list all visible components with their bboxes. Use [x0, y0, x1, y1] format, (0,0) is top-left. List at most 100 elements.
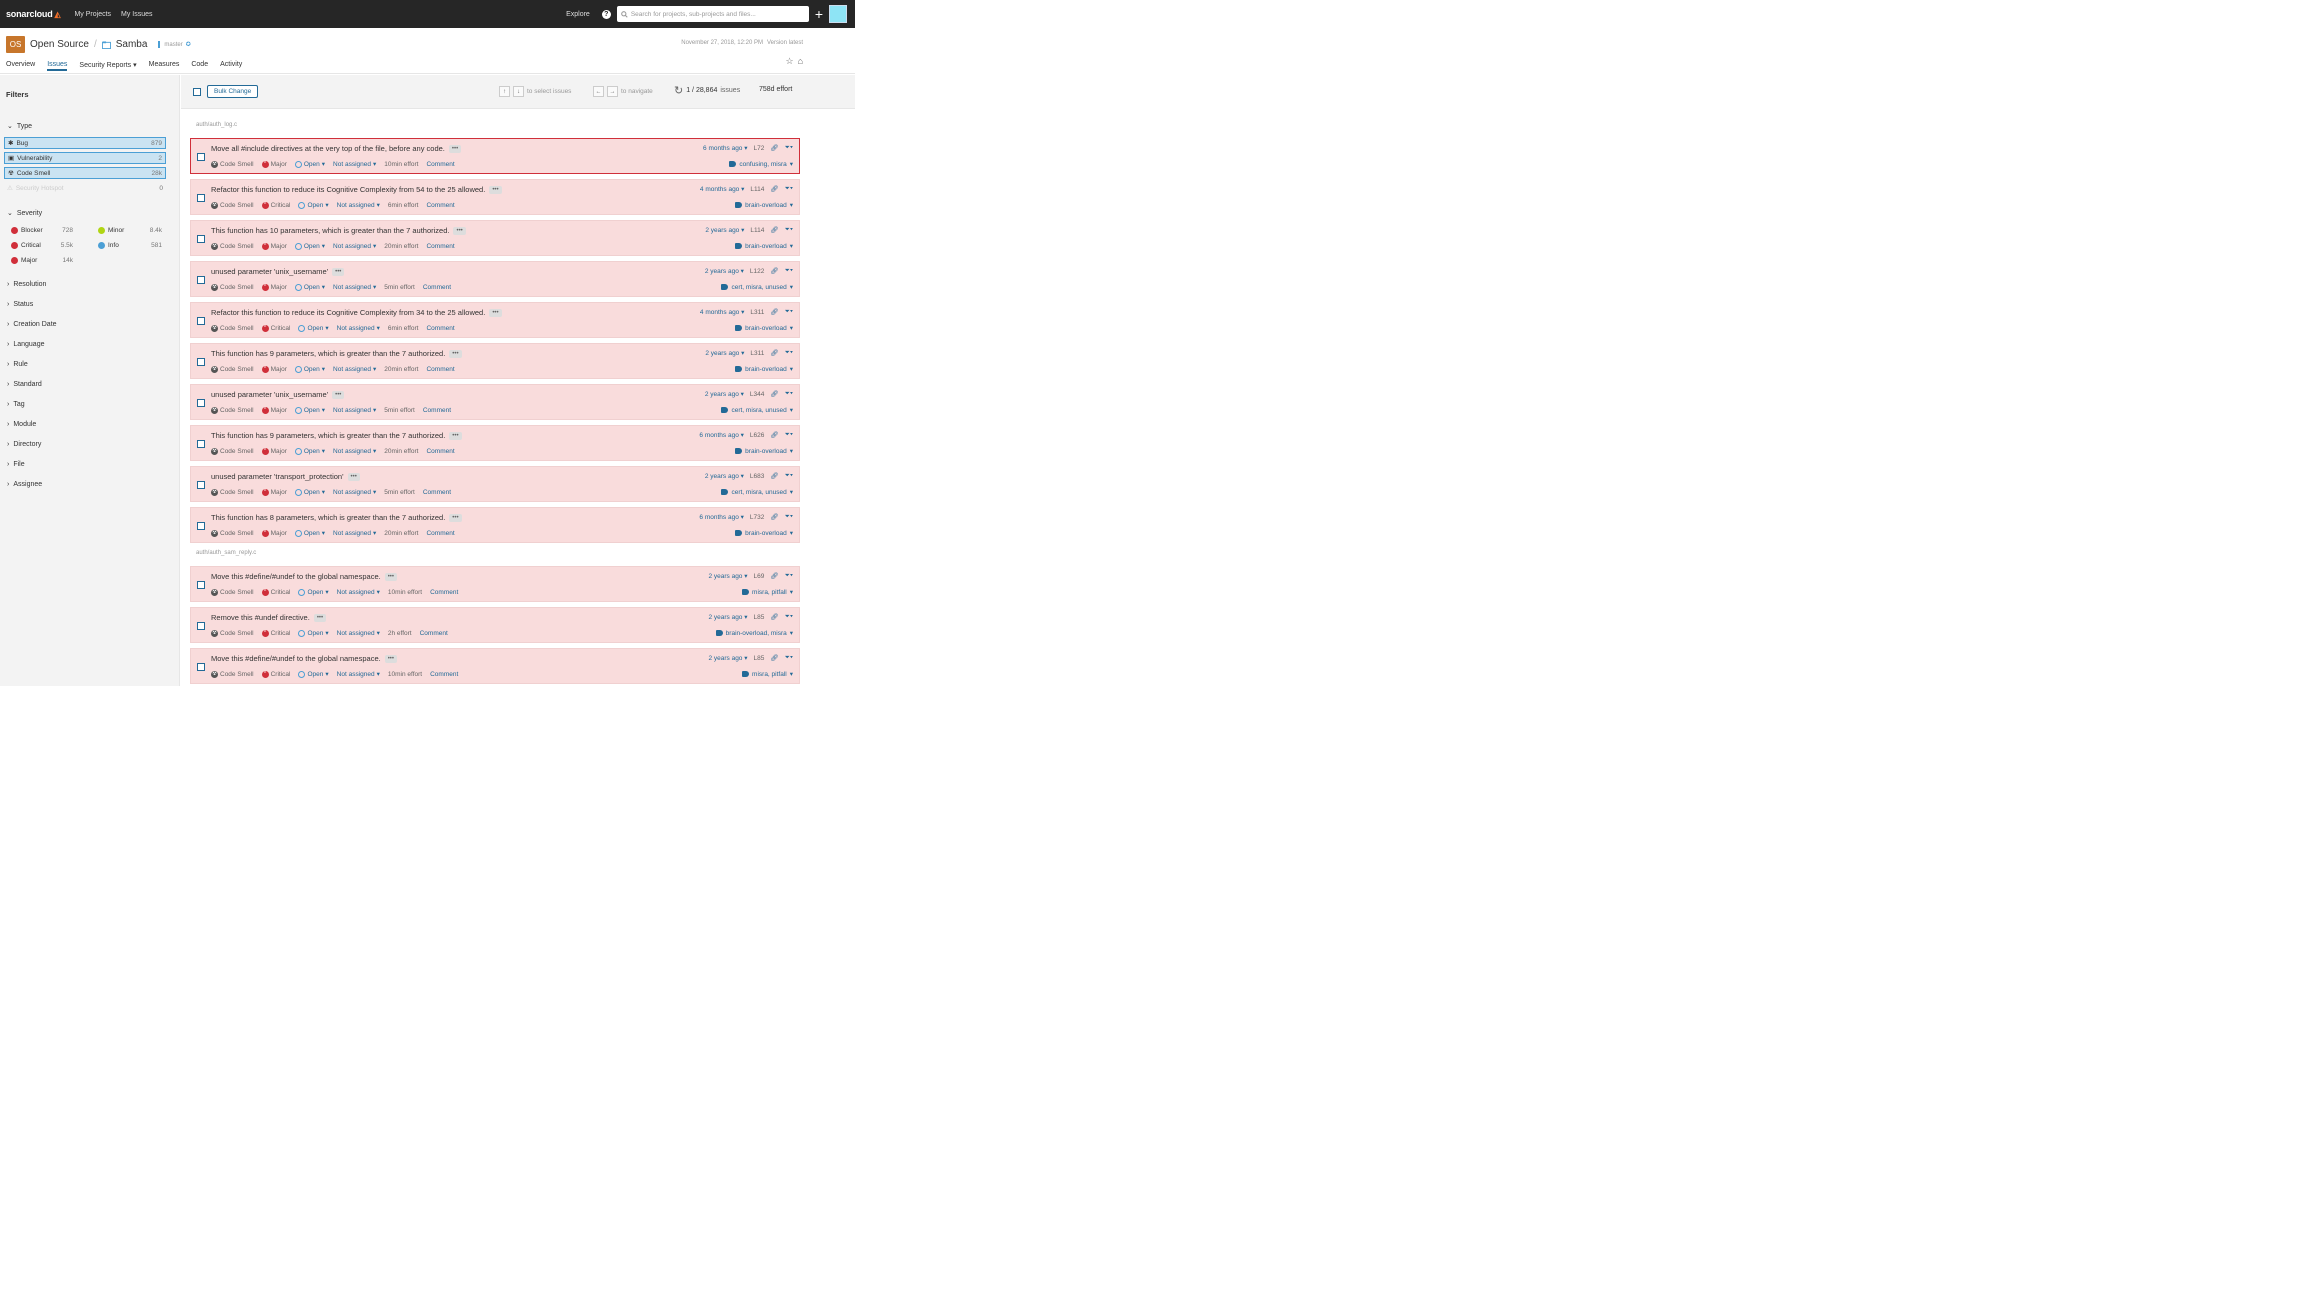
issue-status[interactable]: Open ▾: [298, 629, 329, 637]
issue-tags[interactable]: cert, misra, unused ▾: [721, 406, 793, 414]
severity-major[interactable]: Major 14k: [11, 257, 73, 264]
tab-security-reports[interactable]: Security Reports ▾: [79, 61, 136, 71]
issue-age[interactable]: 2 years ago ▾: [708, 572, 747, 580]
issue-checkbox[interactable]: [197, 622, 205, 630]
issue-assignee[interactable]: Not assigned ▾: [333, 406, 376, 415]
issue-status[interactable]: Open ▾: [294, 529, 325, 537]
reload-icon[interactable]: ↻: [674, 84, 683, 97]
issue-severity[interactable]: ^ Major: [261, 242, 287, 250]
help-icon[interactable]: ?: [601, 9, 611, 19]
issue-assignee[interactable]: Not assigned ▾: [333, 160, 376, 169]
favorite-star-icon[interactable]: ☆: [785, 56, 793, 67]
permalink-icon[interactable]: 🔗︎: [770, 472, 778, 480]
issue-item[interactable]: Move all #include directives at the very…: [190, 138, 800, 174]
permalink-icon[interactable]: 🔗︎: [770, 226, 778, 234]
facet-type[interactable]: ⌄ Type: [7, 122, 32, 131]
facet-directory[interactable]: › Directory: [7, 441, 41, 448]
severity-critical[interactable]: Critical 5.5k: [11, 242, 73, 249]
issue-type[interactable]: ☢ Code Smell: [211, 160, 254, 168]
issue-tags[interactable]: brain-overload ▾: [735, 529, 793, 537]
issue-message[interactable]: Move all #include directives at the very…: [211, 144, 445, 153]
issue-status[interactable]: Open ▾: [298, 201, 329, 209]
issue-severity[interactable]: ^ Critical: [261, 588, 290, 596]
comment-link[interactable]: Comment: [426, 202, 454, 209]
more-options-icon[interactable]: •••: [332, 390, 345, 399]
issue-message[interactable]: This function has 8 parameters, which is…: [211, 513, 445, 522]
issue-status[interactable]: Open ▾: [298, 324, 329, 332]
facet-language[interactable]: › Language: [7, 341, 45, 348]
issue-tags[interactable]: brain-overload, misra ▾: [715, 629, 793, 637]
home-icon[interactable]: ⌂: [798, 56, 803, 67]
tab-measures[interactable]: Measures: [149, 61, 180, 71]
issue-checkbox[interactable]: [197, 581, 205, 589]
issue-message[interactable]: Move this #define/#undef to the global n…: [211, 572, 381, 581]
global-search-input[interactable]: Search for projects, sub-projects and fi…: [616, 6, 809, 22]
facet-status[interactable]: › Status: [7, 301, 33, 308]
issue-tags[interactable]: cert, misra, unused ▾: [721, 488, 793, 496]
issue-severity[interactable]: ^ Major: [261, 283, 287, 291]
permalink-icon[interactable]: 🔗︎: [770, 431, 778, 439]
issue-severity[interactable]: ^ Major: [261, 488, 287, 496]
issue-message[interactable]: This function has 9 parameters, which is…: [211, 349, 445, 358]
issue-effort[interactable]: 5min effort: [384, 489, 415, 496]
issue-assignee[interactable]: Not assigned ▾: [333, 488, 376, 497]
issue-item[interactable]: Move this #define/#undef to the global n…: [190, 648, 800, 684]
issue-effort[interactable]: 20min effort: [384, 448, 418, 455]
issue-severity[interactable]: ^ Major: [261, 406, 287, 414]
issue-assignee[interactable]: Not assigned ▾: [333, 529, 376, 538]
org-avatar[interactable]: OS: [6, 36, 25, 53]
issue-assignee[interactable]: Not assigned ▾: [333, 242, 376, 251]
issue-type[interactable]: ☢ Code Smell: [211, 406, 254, 414]
type-vulnerability[interactable]: ▣ Vulnerability 2: [4, 152, 166, 164]
issue-checkbox[interactable]: [197, 276, 205, 284]
tab-overview[interactable]: Overview: [6, 61, 35, 71]
permalink-icon[interactable]: 🔗︎: [770, 144, 778, 152]
issue-item[interactable]: This function has 9 parameters, which is…: [190, 343, 800, 379]
permalink-icon[interactable]: 🔗︎: [770, 572, 778, 580]
severity-blocker[interactable]: Blocker 728: [11, 227, 73, 234]
issue-checkbox[interactable]: [197, 194, 205, 202]
issue-status[interactable]: Open ▾: [294, 447, 325, 455]
issue-tags[interactable]: brain-overload ▾: [735, 447, 793, 455]
issue-severity[interactable]: ^ Critical: [261, 629, 290, 637]
filter-icon[interactable]: ⏷▾: [785, 267, 793, 275]
more-options-icon[interactable]: •••: [313, 613, 327, 622]
issue-tags[interactable]: misra, pitfall ▾: [742, 670, 793, 678]
comment-link[interactable]: Comment: [426, 366, 454, 373]
permalink-icon[interactable]: 🔗︎: [770, 349, 778, 357]
issue-message[interactable]: This function has 10 parameters, which i…: [211, 226, 449, 235]
issue-item[interactable]: This function has 8 parameters, which is…: [190, 507, 800, 543]
issue-assignee[interactable]: Not assigned ▾: [337, 670, 380, 679]
issue-type[interactable]: ☢ Code Smell: [211, 201, 254, 209]
issue-age[interactable]: 6 months ago ▾: [703, 144, 747, 152]
issue-item[interactable]: This function has 9 parameters, which is…: [190, 425, 800, 461]
issue-item[interactable]: unused parameter 'transport_protection' •…: [190, 466, 800, 502]
nav-my-projects[interactable]: My Projects: [74, 11, 111, 18]
comment-link[interactable]: Comment: [426, 530, 454, 537]
filter-icon[interactable]: ⏷▾: [785, 226, 793, 234]
more-options-icon[interactable]: •••: [347, 472, 360, 481]
issue-status[interactable]: Open ▾: [294, 283, 325, 291]
issue-message[interactable]: Refactor this function to reduce its Cog…: [211, 308, 485, 317]
issue-effort[interactable]: 2h effort: [388, 630, 412, 637]
issue-status[interactable]: Open ▾: [294, 488, 325, 496]
more-options-icon[interactable]: •••: [448, 144, 462, 153]
issue-effort[interactable]: 5min effort: [384, 407, 415, 414]
facet-rule[interactable]: › Rule: [7, 361, 28, 368]
permalink-icon[interactable]: 🔗︎: [770, 185, 778, 193]
issue-age[interactable]: 2 years ago ▾: [705, 267, 744, 275]
issue-age[interactable]: 6 months ago ▾: [699, 431, 743, 439]
comment-link[interactable]: Comment: [423, 489, 451, 496]
issue-age[interactable]: 2 years ago ▾: [705, 226, 744, 234]
issue-checkbox[interactable]: [197, 235, 205, 243]
issue-age[interactable]: 2 years ago ▾: [708, 654, 747, 662]
component-path[interactable]: auth/auth_log.c: [196, 122, 237, 128]
issue-type[interactable]: ☢ Code Smell: [211, 242, 254, 250]
filter-icon[interactable]: ⏷▾: [785, 654, 793, 662]
issue-checkbox[interactable]: [197, 440, 205, 448]
issue-assignee[interactable]: Not assigned ▾: [337, 201, 380, 210]
issue-severity[interactable]: ^ Major: [261, 365, 287, 373]
org-link[interactable]: Open Source: [30, 39, 89, 50]
bulk-change-button[interactable]: Bulk Change: [207, 85, 259, 98]
issue-status[interactable]: Open ▾: [298, 670, 329, 678]
